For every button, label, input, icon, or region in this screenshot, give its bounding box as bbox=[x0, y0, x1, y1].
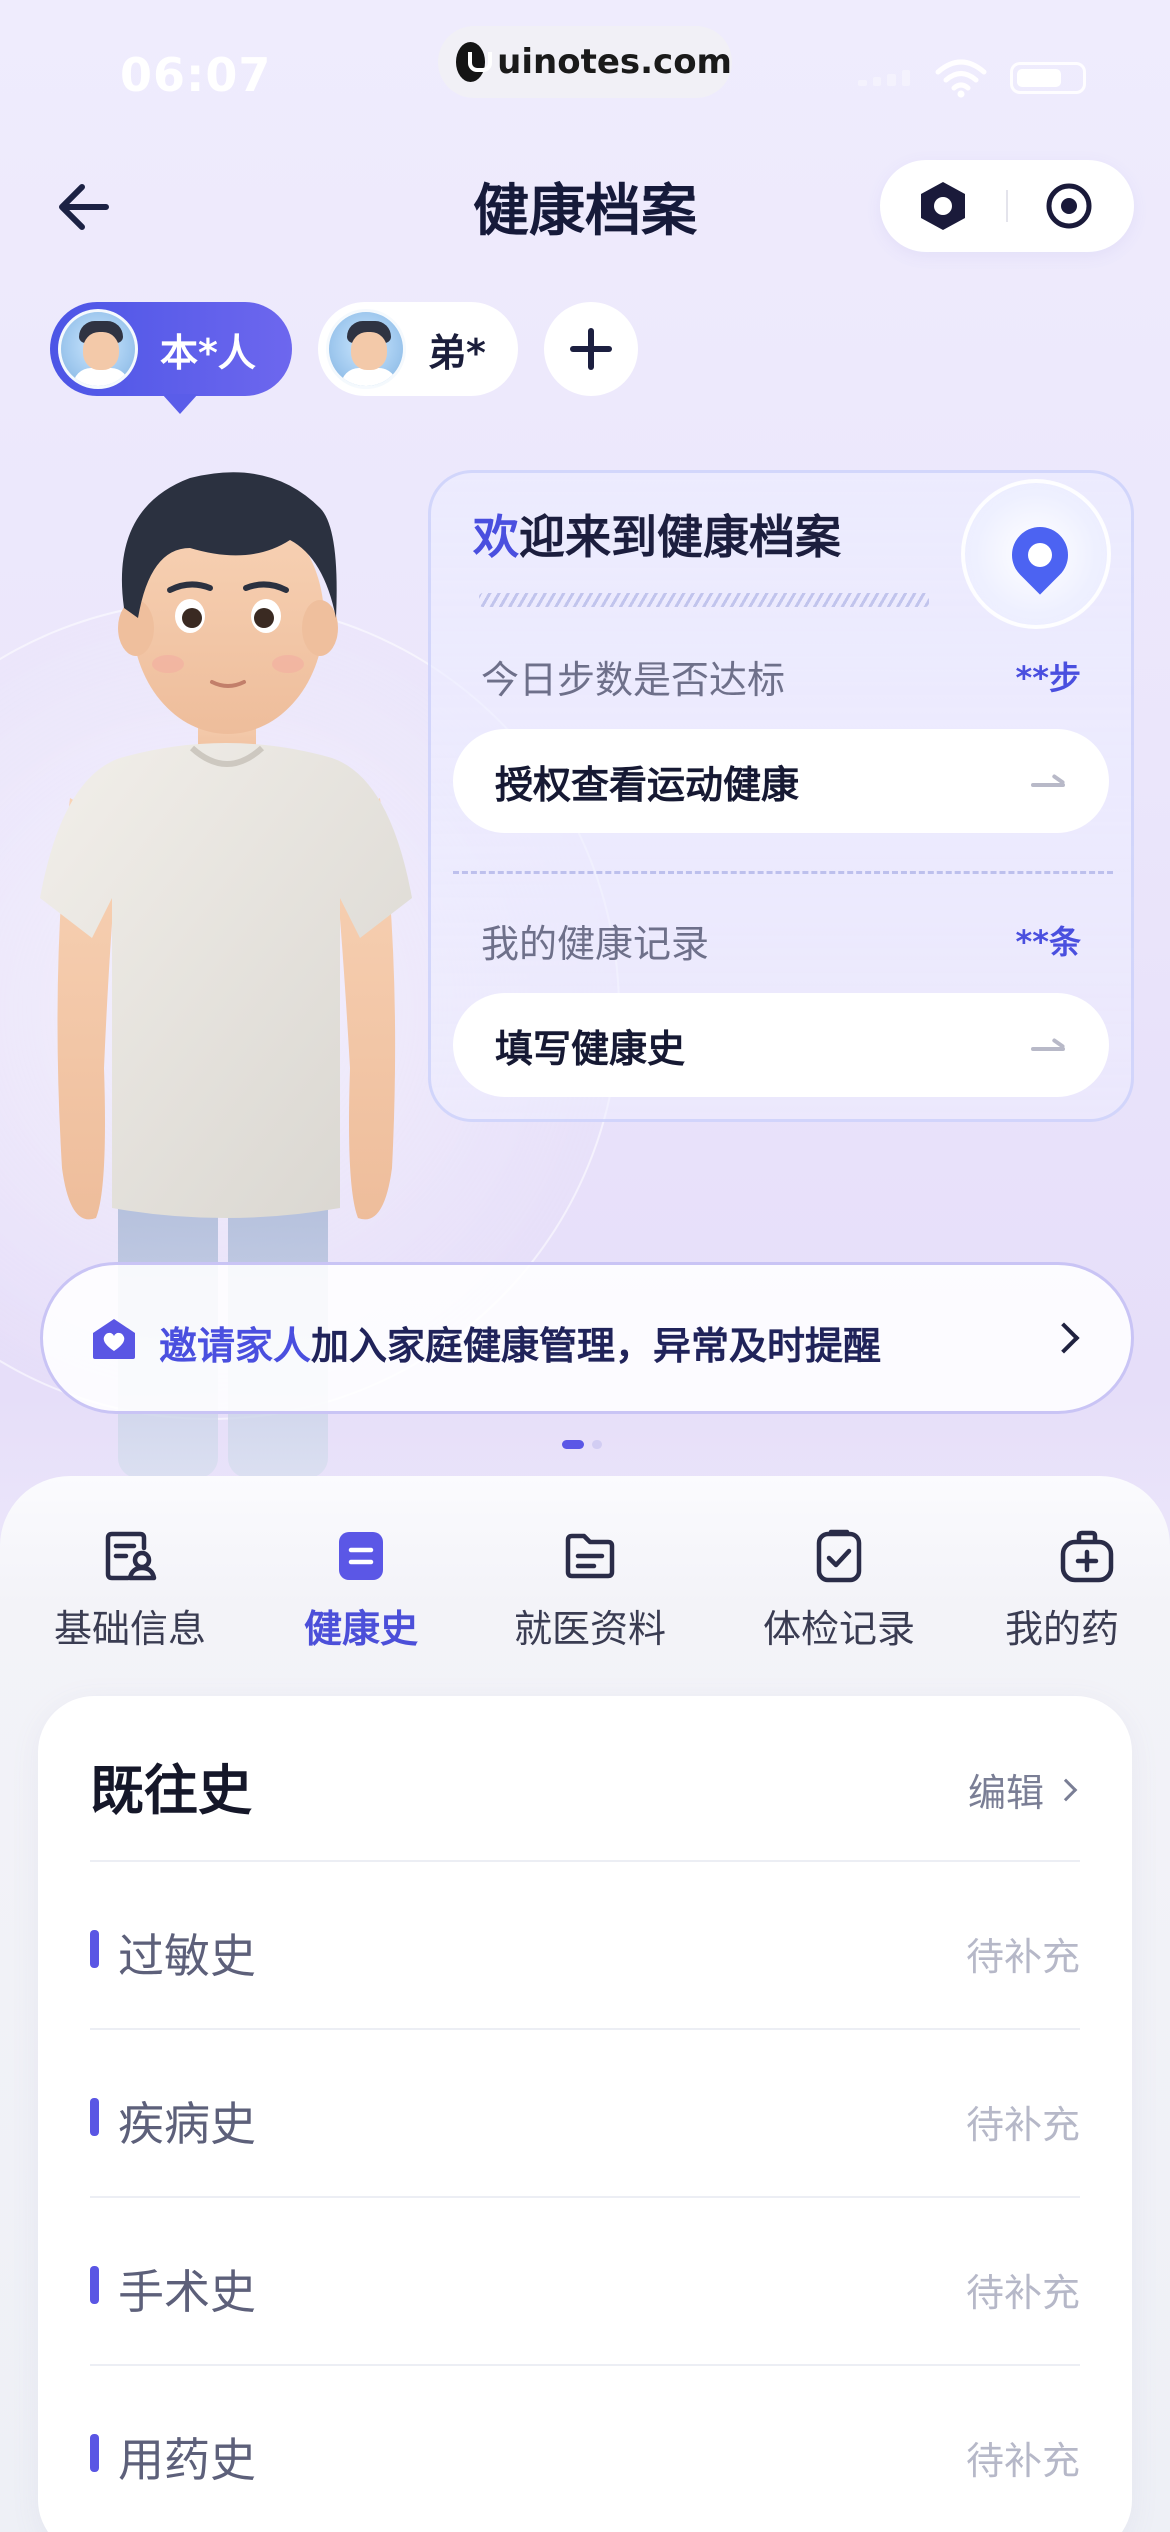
row-label: 过敏史 bbox=[118, 1929, 256, 1983]
url-text: uinotes.com bbox=[497, 42, 732, 82]
steps-value: **步 bbox=[1015, 659, 1081, 697]
add-member-button[interactable] bbox=[544, 302, 638, 396]
invite-text: 邀请家人加入家庭健康管理，异常及时提醒 bbox=[159, 1324, 882, 1368]
tab-medical-files[interactable]: 就医资料 bbox=[505, 1526, 675, 1653]
card-title: 既往史 bbox=[90, 1759, 252, 1822]
profile-doc-icon bbox=[105, 1531, 157, 1581]
avatar bbox=[326, 309, 406, 389]
wifi-icon bbox=[935, 59, 987, 98]
member-tab-brother[interactable]: 弟* bbox=[318, 302, 518, 396]
location-pin-icon bbox=[961, 479, 1111, 629]
welcome-title: 欢迎来到健康档案 bbox=[473, 510, 841, 564]
tab-label: 体检记录 bbox=[762, 1607, 915, 1651]
member-label: 本*人 bbox=[160, 330, 256, 375]
row-marker bbox=[90, 2434, 99, 2472]
category-tabs: 基础信息 健康史 就医资料 体检记录 我的药 bbox=[0, 1476, 1170, 1676]
tab-my-medicine[interactable]: 我的药 bbox=[1005, 1526, 1165, 1653]
dashed-divider bbox=[453, 871, 1113, 874]
member-tab-self[interactable]: 本*人 bbox=[50, 302, 292, 414]
arrow-icon bbox=[1031, 1037, 1065, 1051]
edit-label: 编辑 bbox=[967, 1771, 1044, 1815]
authorize-health-button[interactable]: 授权查看运动健康 bbox=[453, 729, 1109, 833]
fill-health-history-label: 填写健康史 bbox=[495, 1026, 686, 1071]
invite-family-banner[interactable]: 邀请家人加入家庭健康管理，异常及时提醒 bbox=[40, 1262, 1134, 1414]
more-options-icon[interactable] bbox=[916, 180, 970, 232]
mini-program-capsule bbox=[880, 160, 1134, 252]
title-underline-stripe bbox=[479, 593, 929, 607]
authorize-health-label: 授权查看运动健康 bbox=[495, 762, 800, 807]
history-row-disease[interactable]: 疾病史 待补充 bbox=[90, 2028, 1080, 2196]
row-marker bbox=[90, 2266, 99, 2304]
records-label: 我的健康记录 bbox=[481, 922, 710, 966]
row-marker bbox=[90, 2098, 99, 2136]
avatar bbox=[58, 309, 138, 389]
tab-basic-info[interactable]: 基础信息 bbox=[50, 1526, 210, 1653]
row-status: 待补充 bbox=[965, 2271, 1080, 2315]
folder-icon bbox=[565, 1533, 615, 1579]
chevron-right-icon bbox=[1054, 1778, 1078, 1801]
history-row-medication[interactable]: 用药史 待补充 bbox=[90, 2364, 1080, 2532]
carousel-dot-active bbox=[562, 1440, 584, 1449]
checkup-clipboard-icon bbox=[816, 1529, 862, 1583]
app-screen: 06:07 uinotes.com 健康档案 本*人 弟* 欢迎来到健康档案 今… bbox=[0, 0, 1170, 2532]
tab-label: 我的药 bbox=[1005, 1607, 1120, 1651]
tab-checkup-records[interactable]: 体检记录 bbox=[754, 1526, 924, 1653]
battery-icon bbox=[1010, 62, 1086, 94]
capsule-divider bbox=[1006, 190, 1008, 222]
tab-label: 基础信息 bbox=[53, 1607, 206, 1651]
tab-label: 就医资料 bbox=[513, 1607, 666, 1651]
site-logo-icon bbox=[456, 42, 493, 82]
row-marker bbox=[90, 1930, 99, 1968]
carousel-dot bbox=[592, 1440, 602, 1449]
edit-button[interactable]: 编辑 bbox=[967, 1762, 1078, 1817]
arrow-icon bbox=[1031, 773, 1065, 787]
row-status: 待补充 bbox=[965, 2439, 1080, 2483]
tab-health-history[interactable]: 健康史 bbox=[286, 1526, 436, 1653]
url-pill[interactable]: uinotes.com bbox=[438, 26, 732, 98]
history-doc-icon bbox=[339, 1532, 383, 1580]
row-label: 用药史 bbox=[118, 2433, 256, 2487]
signal-icon bbox=[858, 70, 910, 86]
history-row-surgery[interactable]: 手术史 待补充 bbox=[90, 2196, 1080, 2364]
steps-label: 今日步数是否达标 bbox=[481, 658, 786, 702]
row-status: 待补充 bbox=[965, 1935, 1080, 1979]
status-time: 06:07 bbox=[120, 48, 272, 102]
family-heart-icon bbox=[93, 1319, 135, 1359]
row-label: 手术史 bbox=[118, 2265, 256, 2319]
records-value: **条 bbox=[1015, 923, 1081, 961]
welcome-card: 欢迎来到健康档案 今日步数是否达标 **步 授权查看运动健康 我的健康记录 **… bbox=[428, 470, 1134, 1122]
tab-label: 健康史 bbox=[303, 1607, 418, 1651]
row-label: 疾病史 bbox=[118, 2097, 256, 2151]
member-label: 弟* bbox=[428, 330, 486, 375]
carousel-indicator bbox=[562, 1440, 602, 1449]
past-history-card: 既往史 编辑 过敏史 待补充 疾病史 待补充 手术史 待补充 用药史 待补充 bbox=[38, 1696, 1132, 2532]
medicine-bag-icon bbox=[1060, 1530, 1114, 1583]
history-row-allergy[interactable]: 过敏史 待补充 bbox=[90, 1860, 1080, 2028]
chevron-right-icon bbox=[1048, 1322, 1080, 1354]
close-mini-program-icon[interactable] bbox=[1042, 180, 1096, 232]
row-status: 待补充 bbox=[965, 2103, 1080, 2147]
fill-health-history-button[interactable]: 填写健康史 bbox=[453, 993, 1109, 1097]
